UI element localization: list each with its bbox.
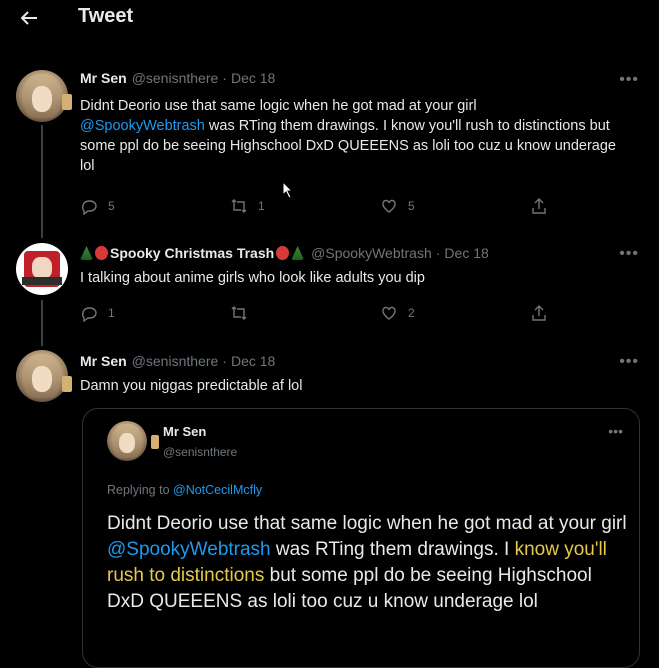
back-arrow-icon[interactable] bbox=[16, 6, 42, 30]
share-button[interactable] bbox=[530, 304, 548, 322]
tweet-header: Mr Sen @senisnthere · Dec 18 bbox=[80, 70, 275, 86]
mention-link[interactable]: @SpookyWebtrash bbox=[107, 539, 271, 560]
reply-button[interactable]: 1 bbox=[80, 304, 115, 322]
retweet-button[interactable]: 1 bbox=[230, 197, 265, 215]
verified-badge-icon bbox=[62, 94, 72, 110]
tweet-text-part: was RTing them drawings. I bbox=[270, 539, 515, 560]
separator-dot: · bbox=[222, 353, 227, 369]
tweet-text: Damn you niggas predictable af lol bbox=[80, 378, 303, 394]
replying-to-label: Replying to bbox=[107, 483, 174, 497]
like-button[interactable]: 2 bbox=[380, 304, 415, 322]
author-handle[interactable]: @senisnthere bbox=[132, 353, 219, 369]
mention-link[interactable]: @NotCecilMcfly bbox=[173, 483, 262, 497]
replying-to: Replying to @NotCecilMcfly bbox=[107, 483, 262, 497]
thread-connector bbox=[41, 300, 43, 346]
share-icon bbox=[532, 305, 546, 321]
author-handle[interactable]: @SpookyWebtrash bbox=[311, 245, 432, 261]
like-icon bbox=[382, 199, 396, 213]
author-name[interactable]: Mr Sen bbox=[80, 353, 127, 369]
more-icon[interactable]: ••• bbox=[619, 71, 639, 89]
separator-dot: · bbox=[435, 245, 441, 261]
tweet-header: Spooky Christmas Trash @SpookyWebtrash ·… bbox=[80, 245, 489, 261]
like-count: 2 bbox=[408, 306, 415, 320]
tweet-text: Didnt Deorio use that same logic when he… bbox=[80, 96, 620, 176]
tree-emoji-icon bbox=[291, 246, 305, 260]
mention-link[interactable]: @SpookyWebtrash bbox=[80, 118, 205, 134]
retweet-icon bbox=[231, 306, 247, 320]
action-bar: 1 2 bbox=[80, 304, 560, 324]
tweet-text-part: Didnt Deorio use that same logic when he… bbox=[107, 513, 627, 534]
page-title: Tweet bbox=[78, 5, 134, 27]
author-name[interactable]: Spooky Christmas Trash bbox=[110, 245, 274, 261]
tweet-header: Mr Sen @senisnthere · Dec 18 bbox=[80, 353, 275, 369]
more-icon[interactable]: ••• bbox=[608, 423, 623, 439]
quoted-tweet-text: Didnt Deorio use that same logic when he… bbox=[107, 511, 627, 615]
top-bar: Tweet bbox=[0, 0, 659, 38]
avatar[interactable] bbox=[107, 421, 147, 461]
thread-connector bbox=[41, 125, 43, 238]
avatar[interactable] bbox=[16, 70, 68, 122]
reply-count: 1 bbox=[108, 306, 115, 320]
retweet-icon bbox=[231, 199, 247, 213]
retweet-count: 1 bbox=[258, 199, 265, 213]
tweet-date[interactable]: Dec 18 bbox=[231, 353, 275, 369]
tree-emoji-icon bbox=[80, 246, 93, 260]
author-handle[interactable]: @senisnthere bbox=[132, 70, 219, 86]
action-bar: 5 1 5 bbox=[80, 197, 560, 217]
tweet-date[interactable]: Dec 18 bbox=[444, 245, 488, 261]
like-button[interactable]: 5 bbox=[380, 197, 415, 215]
author-name[interactable]: Mr Sen bbox=[80, 70, 127, 86]
separator-dot: · bbox=[222, 70, 227, 86]
author-name[interactable]: Mr Sen bbox=[163, 424, 206, 439]
tweet-text-part: Didnt Deorio use that same logic when he… bbox=[80, 98, 477, 114]
reply-button[interactable]: 5 bbox=[80, 197, 115, 215]
tweet-text: I talking about anime girls who look lik… bbox=[80, 270, 425, 286]
share-icon bbox=[532, 198, 546, 214]
reply-count: 5 bbox=[108, 199, 115, 213]
share-button[interactable] bbox=[530, 197, 548, 215]
verified-badge-icon bbox=[62, 376, 72, 392]
verified-badge-icon bbox=[151, 435, 159, 449]
avatar[interactable] bbox=[16, 243, 68, 295]
quoted-tweet[interactable]: Mr Sen @senisnthere ••• Replying to @Not… bbox=[82, 408, 640, 668]
tweet-date[interactable]: Dec 18 bbox=[231, 70, 275, 86]
more-icon[interactable]: ••• bbox=[619, 353, 639, 371]
more-icon[interactable]: ••• bbox=[619, 245, 639, 263]
avatar[interactable] bbox=[16, 350, 68, 402]
author-handle[interactable]: @senisnthere bbox=[163, 445, 237, 459]
reply-icon bbox=[82, 307, 97, 322]
retweet-button[interactable] bbox=[230, 304, 258, 322]
santa-emoji-icon bbox=[95, 246, 108, 260]
reply-icon bbox=[82, 200, 97, 215]
like-count: 5 bbox=[408, 199, 415, 213]
santa-emoji-icon bbox=[276, 246, 290, 260]
like-icon bbox=[382, 306, 396, 320]
